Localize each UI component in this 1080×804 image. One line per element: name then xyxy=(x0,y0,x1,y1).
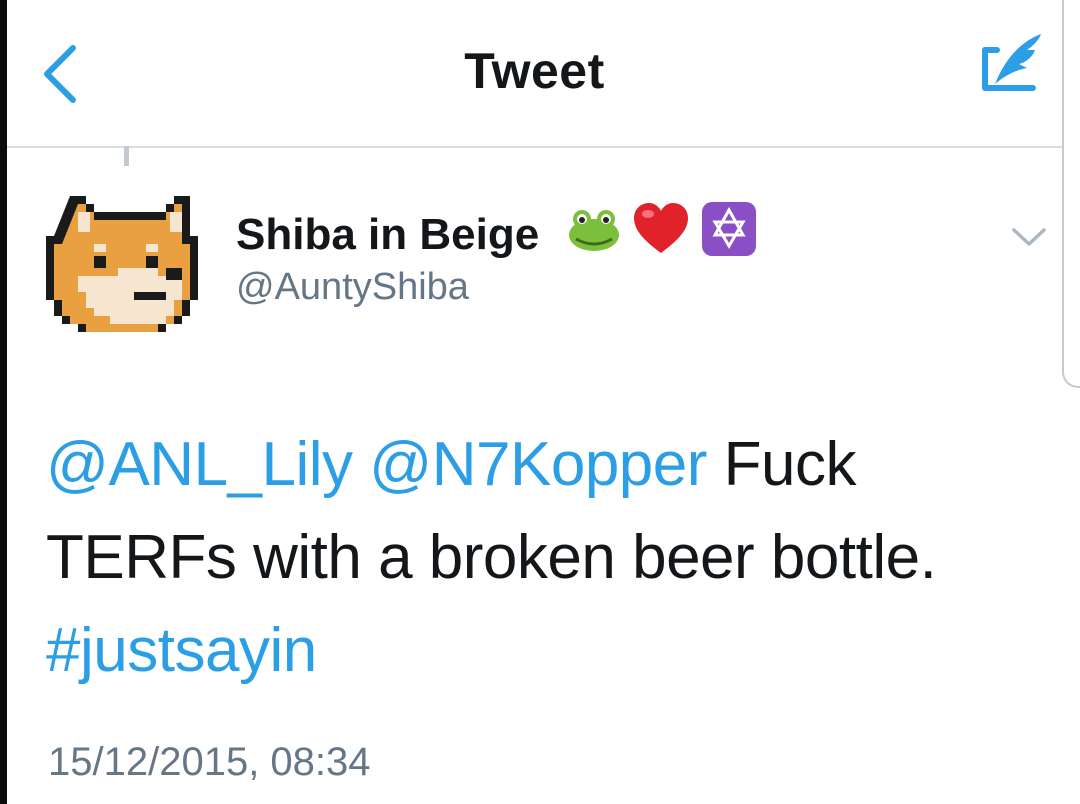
hashtag-link[interactable]: #justsayin xyxy=(46,616,317,685)
compose-tweet-button[interactable] xyxy=(973,28,1053,108)
scroll-indicator xyxy=(1062,0,1080,388)
tweet-options-button[interactable] xyxy=(1006,220,1052,254)
chevron-down-icon xyxy=(1012,228,1046,246)
device-frame-left-edge xyxy=(0,0,7,804)
shiba-pixel-avatar-icon xyxy=(46,196,198,332)
mention-link[interactable]: @N7Kopper xyxy=(369,430,707,499)
red-heart-icon xyxy=(634,203,688,253)
compose-feather-icon xyxy=(982,34,1041,91)
star-of-david-icon xyxy=(702,202,756,256)
navigation-bar: Tweet xyxy=(7,0,1062,148)
conversation-thread-line xyxy=(124,146,129,166)
author-display-name[interactable]: Shiba in Beige xyxy=(236,210,539,260)
display-name-emojis xyxy=(566,200,758,258)
author-handle[interactable]: @AuntyShiba xyxy=(236,266,469,309)
tweet-timestamp: 15/12/2015, 08:34 xyxy=(48,740,371,784)
mention-link[interactable]: @ANL_Lily xyxy=(46,430,353,499)
page-title: Tweet xyxy=(464,43,605,99)
tweet-text: @ANL_Lily @N7Kopper Fuck TERFs with a br… xyxy=(46,418,1026,697)
avatar[interactable] xyxy=(46,180,214,348)
frog-face-icon xyxy=(569,210,619,251)
tweet-text-line1: Fuck xyxy=(706,430,857,499)
tweet-text-line2: TERFs with a broken beer bottle. xyxy=(46,523,937,592)
